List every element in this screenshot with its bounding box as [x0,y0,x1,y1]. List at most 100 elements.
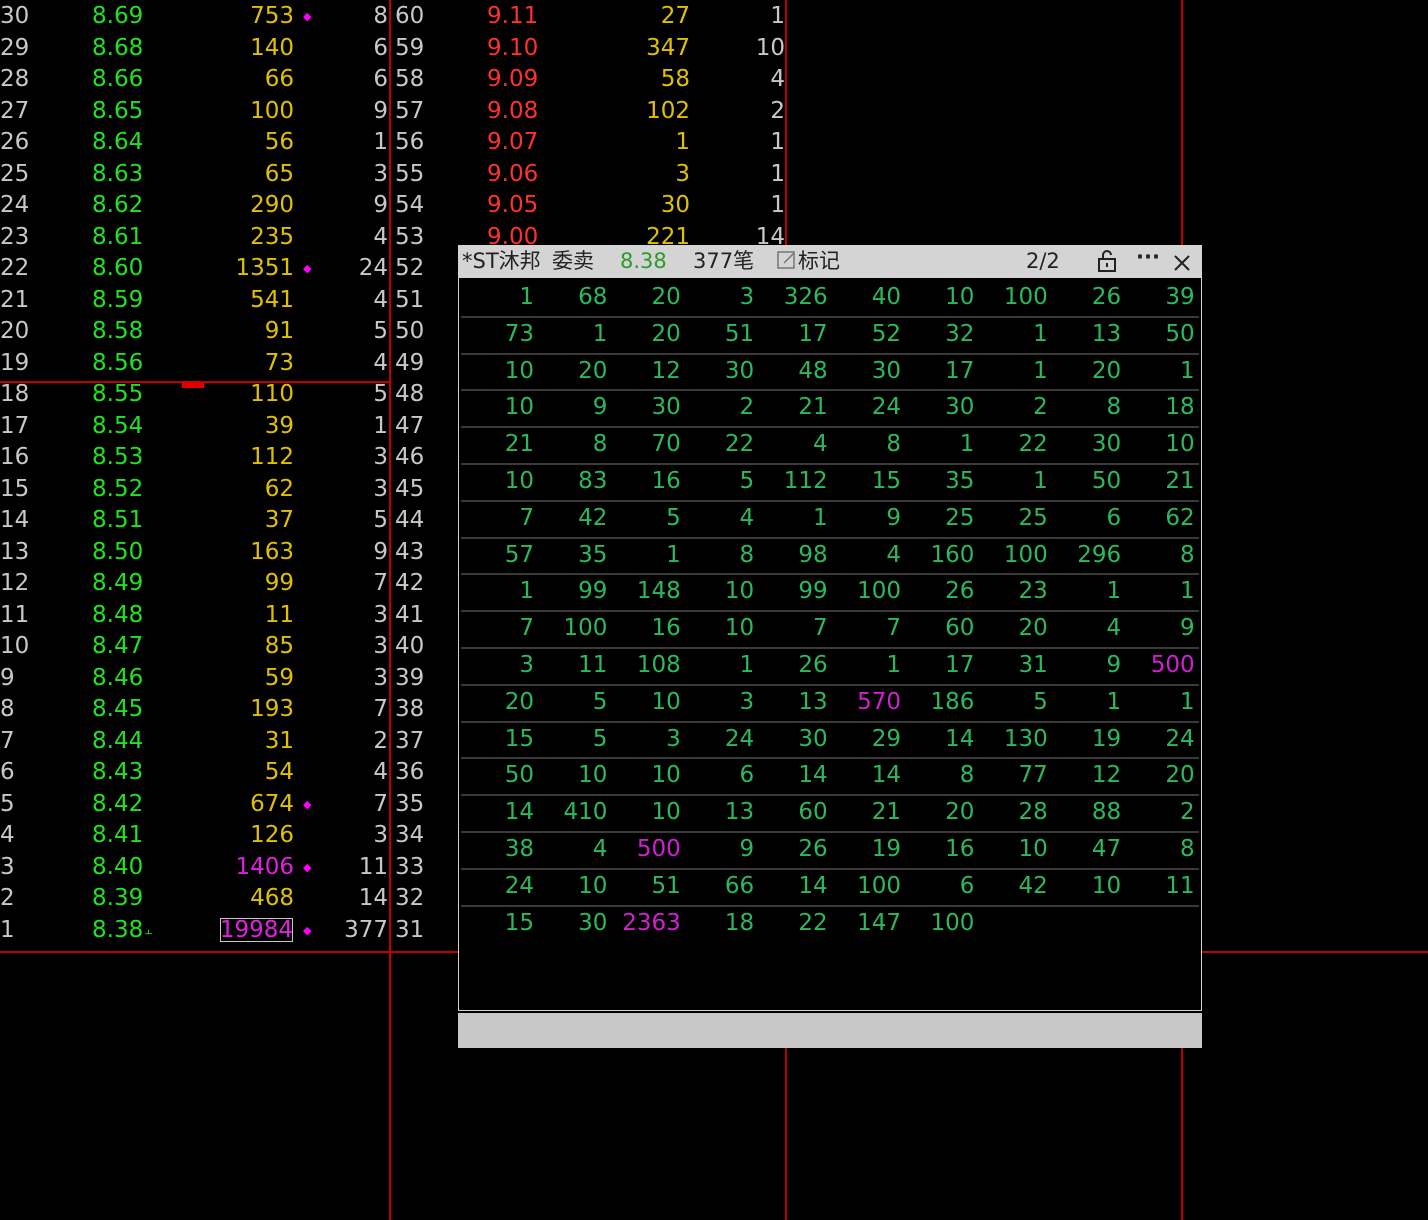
orderbook-row[interactable]: 24 8.62 290 9 54 9.05 30 1 [0,190,785,222]
queue-cell: 3 [739,284,755,310]
queue-cell: 60 [945,615,975,642]
bid-level: 5 [0,790,15,817]
bid-count: 6 [373,66,388,92]
queue-cell: 22 [1018,431,1048,458]
orderbook-row[interactable]: 29 8.68 140 6 59 9.10 347 10 [0,33,785,65]
bid-count: 1 [373,129,388,155]
bid-price: 8.41 [92,822,144,848]
queue-cell: 24 [871,394,901,421]
queue-cell: 30 [871,357,901,384]
queue-cell: 23 [1018,578,1048,605]
cursor-mark-icon: ⫠ [145,922,153,937]
queue-cell: 15 [504,909,534,936]
large-order-diamond-icon: ◆ [303,797,312,811]
queue-cell: 25 [1018,504,1048,531]
queue-cell: 24 [724,725,755,752]
queue-cell: 1 [666,541,681,568]
queue-cell: 296 [1077,541,1122,568]
orderbook-row[interactable]: 26 8.64 56 1 56 9.07 1 1 [0,127,785,159]
queue-cell: 66 [724,872,755,899]
bid-count: 9 [373,538,388,565]
queue-cell: 22 [798,909,828,936]
ask-volume: 102 [646,97,690,124]
queue-cell: 326 [783,284,828,310]
queue-cell: 1 [1033,357,1048,384]
bid-volume: 1351 [235,255,294,281]
queue-cell: 77 [1018,762,1048,789]
bid-level: 8 [0,696,15,722]
bid-level: 7 [0,727,15,754]
queue-cell: 112 [783,468,828,494]
queue-cell: 20 [504,688,534,715]
queue-cell: 7 [812,615,828,642]
bid-price: 8.38 [92,916,144,943]
queue-cell: 20 [651,320,681,347]
order-side-label: 委卖 [552,249,594,273]
queue-cell: 10 [724,578,755,605]
queue-row: 21 8 70 22 4 8 1 22 30 10 [461,426,1199,465]
queue-cell: 4 [886,541,901,568]
queue-cell: 1 [1179,688,1195,715]
bid-count: 3 [373,822,388,848]
queue-cell: 20 [945,799,975,826]
bid-count: 2 [373,727,388,754]
bid-volume: 753 [250,3,294,29]
queue-cell: 1 [1033,468,1048,494]
bid-volume: 126 [250,822,294,848]
queue-cell: 14 [798,872,828,899]
bid-price: 8.50 [92,538,144,565]
queue-cell: 9 [739,836,755,862]
queue-cell: 14 [504,799,534,826]
bid-count: 377 [344,916,388,943]
bid-price: 8.55 [92,381,144,407]
queue-cell: 10 [945,284,975,310]
queue-cell: 10 [724,615,755,642]
orderbook-row[interactable]: 28 8.66 66 6 58 9.09 58 4 [0,64,785,96]
orderbook-row[interactable]: 27 8.65 100 9 57 9.08 102 2 [0,96,785,128]
queue-cell: 2 [1033,394,1048,421]
bid-count: 3 [373,160,388,187]
bid-volume: 541 [250,286,294,313]
ask-count: 1 [770,129,785,155]
page-indicator: 2/2 [1026,249,1060,273]
queue-cell: 31 [1018,652,1048,678]
bid-volume: 66 [264,66,294,92]
ask-level: 39 [395,664,425,691]
bid-price: 8.60 [92,255,144,281]
queue-cell: 21 [504,431,534,458]
queue-cell: 14 [871,762,901,789]
ask-level: 36 [395,759,425,785]
queue-cell: 14 [945,725,975,752]
queue-cell: 3 [739,688,755,715]
orderbook-row[interactable]: 30 8.69 753 ◆ 8 60 9.11 27 1 [0,1,785,33]
queue-cell: 5 [1033,688,1048,715]
queue-cell: 10 [504,357,534,384]
queue-row: 10 83 16 5 112 15 35 1 50 21 [461,463,1199,502]
ask-level: 34 [395,822,425,848]
orderbook-row[interactable]: 25 8.63 65 3 55 9.06 3 1 [0,159,785,191]
bid-volume: 11 [264,601,294,628]
more-icon[interactable]: ··· [1136,241,1160,274]
queue-cell: 410 [563,799,608,826]
queue-cell: 100 [1003,541,1048,568]
order-queue-table[interactable]: 1 68 20 3 326 40 10 100 26 39 73 1 20 51 17 52 32 1 13 50 10… [458,278,1202,1011]
bid-volume: 62 [264,475,294,502]
bid-level: 22 [0,255,30,281]
queue-cell: 50 [1165,320,1195,347]
bid-price: 8.49 [92,570,144,596]
queue-row: 1 99 148 10 99 100 26 23 1 1 [461,573,1199,613]
bid-count: 7 [373,570,388,596]
bid-level: 19 [0,349,30,376]
ask-volume: 30 [660,192,690,218]
mark-button[interactable]: 标记 [776,245,840,278]
queue-cell: 13 [798,688,828,715]
queue-cell: 9 [1179,615,1195,642]
queue-cell: 10 [504,468,534,494]
popup-title-bar[interactable]: *ST沐邦 委卖 8.38 377笔 标记 2/2 ··· [458,245,1202,278]
ask-count: 2 [770,97,785,124]
bid-level: 20 [0,318,30,344]
bid-count: 5 [373,381,388,407]
queue-cell: 7 [886,615,901,642]
queue-cell: 62 [1165,504,1195,531]
queue-cell: 30 [724,357,755,384]
